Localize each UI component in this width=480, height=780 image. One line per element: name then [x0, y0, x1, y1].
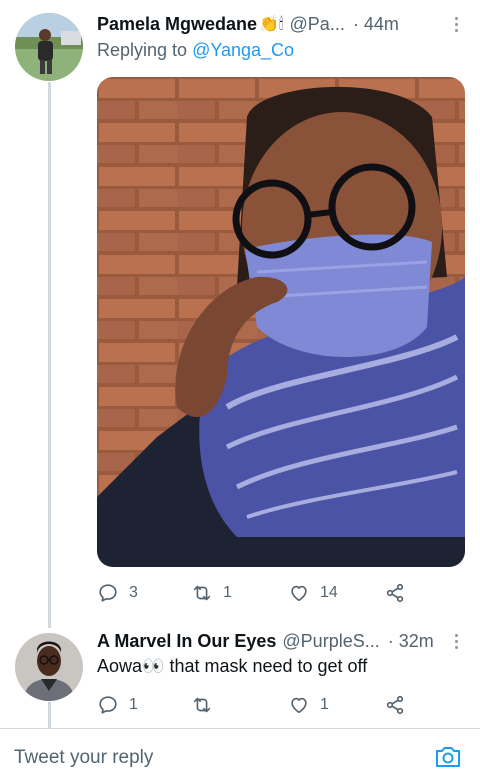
like-button[interactable]: 14 — [288, 581, 338, 605]
name-emoji: 👏🕯 — [259, 16, 284, 33]
thread-line — [48, 82, 51, 628]
tweet-text: Aowa👀 that mask need to get off — [97, 656, 368, 676]
replying-to-label: Replying to — [97, 40, 193, 60]
timestamp[interactable]: · 44m — [353, 14, 399, 35]
retweet-count: 1 — [223, 584, 232, 601]
retweet-button[interactable] — [191, 693, 223, 717]
share-icon — [386, 583, 404, 603]
reply-input[interactable]: Tweet your reply — [14, 747, 153, 769]
avatar[interactable] — [15, 633, 83, 701]
reply-button[interactable]: 1 — [97, 693, 138, 717]
retweet-icon — [193, 585, 211, 601]
tweet-photo[interactable] — [97, 77, 465, 567]
like-count: 14 — [320, 584, 338, 601]
reply-icon — [99, 696, 117, 714]
reply-icon — [99, 584, 117, 602]
avatar[interactable] — [15, 13, 83, 81]
retweet-button[interactable]: 1 — [191, 581, 232, 605]
reply-button[interactable]: 3 — [97, 581, 138, 605]
tweet-header: A Marvel In Our Eyes @PurpleS... · 32m — [97, 628, 466, 654]
reply-count: 1 — [129, 696, 138, 713]
reply-composer: Tweet your reply — [0, 729, 480, 780]
share-button[interactable] — [384, 693, 406, 717]
camera-icon[interactable] — [434, 745, 462, 769]
author-handle[interactable]: @Pa... — [290, 14, 345, 35]
timestamp[interactable]: · 32m — [388, 631, 434, 652]
author-handle[interactable]: @PurpleS... — [282, 631, 379, 652]
share-button[interactable] — [384, 581, 406, 605]
tweet-actions: 3 1 14 — [97, 581, 427, 605]
author-name[interactable]: A Marvel In Our Eyes — [97, 631, 276, 652]
retweet-icon — [193, 697, 211, 713]
thread-line — [48, 702, 51, 728]
like-count: 1 — [320, 696, 329, 713]
replying-to: Replying to @Yanga_Co — [97, 40, 294, 61]
like-icon — [291, 697, 307, 714]
like-icon — [291, 585, 307, 602]
like-button[interactable]: 1 — [288, 693, 329, 717]
tweet-header: Pamela Mgwedane 👏🕯 @Pa... · 44m — [97, 11, 466, 37]
more-icon[interactable] — [446, 14, 466, 34]
share-icon — [386, 695, 404, 715]
mention-link[interactable]: @Yanga_Co — [192, 40, 294, 60]
tweet-actions: 1 1 — [97, 693, 427, 717]
reply-count: 3 — [129, 584, 138, 601]
author-name[interactable]: Pamela Mgwedane — [97, 14, 257, 35]
more-icon[interactable] — [446, 631, 466, 651]
